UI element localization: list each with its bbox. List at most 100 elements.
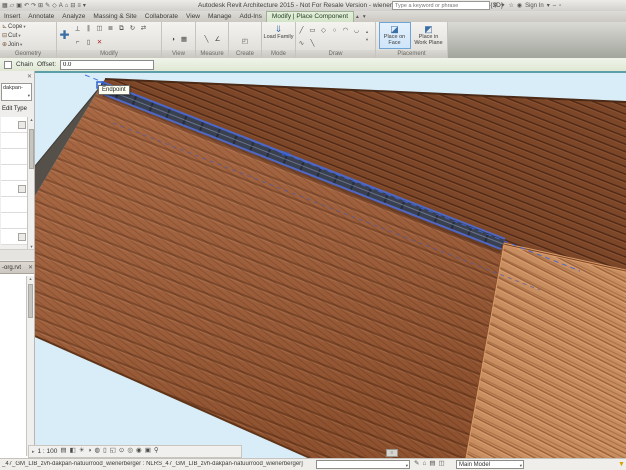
- scroll-up-icon[interactable]: ▴: [27, 276, 34, 281]
- thin-lines-icon[interactable]: ≡: [77, 3, 81, 9]
- hide-elements-icon[interactable]: ▦: [179, 35, 190, 45]
- tab-collaborate[interactable]: Collaborate: [141, 12, 182, 22]
- parameter-field[interactable]: [1, 229, 27, 245]
- type-selector[interactable]: dakpan- ▾: [1, 83, 32, 101]
- close-icon[interactable]: ✕: [28, 262, 33, 274]
- draw-spline-icon[interactable]: ∿: [296, 39, 307, 49]
- sign-in-button[interactable]: Sign In: [525, 3, 544, 9]
- canvas-splitter[interactable]: ≡: [386, 449, 398, 457]
- delete-icon[interactable]: ✕: [94, 38, 105, 48]
- print-icon[interactable]: ⊞: [38, 3, 43, 9]
- draw-polygon-icon[interactable]: ◇: [318, 26, 329, 36]
- create-similar-icon[interactable]: ◰: [240, 37, 251, 47]
- scrollbar-thumb[interactable]: [28, 284, 33, 318]
- copy-icon[interactable]: ⧉: [116, 24, 127, 34]
- draw-rectangle-icon[interactable]: ▭: [307, 26, 318, 36]
- project-browser-tree[interactable]: ▴: [0, 274, 35, 458]
- move-icon[interactable]: ✚: [57, 22, 72, 50]
- communication-center-icon[interactable]: ✦: [500, 3, 505, 9]
- parameter-field[interactable]: [1, 213, 27, 229]
- infocenter-search-input[interactable]: [392, 1, 490, 10]
- rotate-icon[interactable]: ↻: [127, 24, 138, 34]
- flip-icon[interactable]: ⇄: [138, 24, 149, 34]
- edit-type-button[interactable]: Edit Type: [2, 106, 27, 112]
- measure-distance-icon[interactable]: ╲: [201, 35, 212, 45]
- tab-view[interactable]: View: [182, 12, 204, 22]
- app-menu-icon[interactable]: ▦: [2, 3, 8, 9]
- render-icon[interactable]: ◍: [94, 448, 100, 455]
- expand-icon[interactable]: ▸: [32, 449, 35, 455]
- parameter-field[interactable]: [1, 165, 27, 181]
- override-graphics-icon[interactable]: ◑: [168, 35, 179, 45]
- view-properties-icon[interactable]: ▣: [145, 448, 151, 455]
- parameter-field[interactable]: [1, 149, 27, 165]
- tab-manage[interactable]: Manage: [204, 12, 236, 22]
- sun-path-icon[interactable]: ☀: [79, 448, 85, 455]
- reveal-constraints-icon[interactable]: ⚲: [154, 448, 159, 455]
- open-icon[interactable]: ▱: [10, 3, 15, 9]
- close-icon[interactable]: ✕: [27, 73, 32, 80]
- measure-icon[interactable]: ✎: [45, 3, 50, 9]
- search-icon[interactable]: ⚲: [493, 3, 497, 9]
- pick-line-icon[interactable]: ╲: [307, 39, 318, 49]
- tab-massing-site[interactable]: Massing & Site: [89, 12, 140, 22]
- visual-style-icon[interactable]: ◧: [70, 448, 76, 455]
- tab-modify-place-component[interactable]: Modify | Place Component: [266, 11, 354, 22]
- infocenter-menu-icon[interactable]: ▾: [547, 3, 550, 9]
- offset-icon[interactable]: ∥: [83, 24, 94, 34]
- temporary-hide-isolate-icon[interactable]: ◎: [127, 448, 133, 455]
- qat-customize-icon[interactable]: ▾: [83, 3, 86, 9]
- view-scale-button[interactable]: 1 : 100: [38, 448, 58, 455]
- shadows-icon[interactable]: ◑: [88, 448, 92, 455]
- draw-scroll-up-icon[interactable]: ▴: [362, 29, 372, 35]
- parameter-field[interactable]: [1, 117, 27, 133]
- save-icon[interactable]: ▣: [16, 3, 22, 9]
- draw-fillet-arc-icon[interactable]: ◡: [351, 26, 362, 36]
- exclude-options-icon[interactable]: ◫: [439, 461, 445, 468]
- mirror-icon[interactable]: ◫: [94, 24, 105, 34]
- chain-checkbox[interactable]: [4, 61, 12, 69]
- text-icon[interactable]: A: [59, 3, 63, 9]
- cope-button[interactable]: ⊾ Cope ▾: [0, 22, 56, 31]
- draw-circle-icon[interactable]: ○: [329, 26, 340, 36]
- main-model-select[interactable]: Main Model ▾: [456, 460, 524, 469]
- filter-icon[interactable]: ▼: [618, 461, 625, 468]
- drawing-area[interactable]: ⇄ Endpoint ≡: [35, 71, 626, 458]
- design-options-select[interactable]: ▾: [316, 460, 410, 469]
- align-icon[interactable]: ⟂: [72, 24, 83, 34]
- redo-icon[interactable]: ↷: [31, 3, 36, 9]
- properties-scrollbar[interactable]: ▴ ▾: [27, 117, 35, 249]
- minimize-icon[interactable]: –: [553, 3, 556, 9]
- scrollbar-thumb[interactable]: [29, 129, 34, 169]
- undo-icon[interactable]: ↶: [24, 3, 29, 9]
- browser-scrollbar[interactable]: ▴: [26, 276, 34, 456]
- reveal-hidden-icon[interactable]: ◉: [136, 448, 142, 455]
- split-icon[interactable]: ▯: [83, 38, 94, 48]
- tab-annotate[interactable]: Annotate: [24, 12, 58, 22]
- parameter-field[interactable]: [1, 181, 27, 197]
- load-family-button[interactable]: ⇓ Load Family: [263, 22, 295, 49]
- place-on-work-plane-button[interactable]: ◩ Place in Work Plane: [413, 22, 445, 49]
- parameter-field[interactable]: [1, 133, 27, 149]
- crop-view-icon[interactable]: ▯: [103, 448, 107, 455]
- trim-icon[interactable]: ⌐: [72, 38, 83, 48]
- favorites-icon[interactable]: ☆: [508, 3, 513, 9]
- restore-icon[interactable]: ▫: [559, 3, 561, 9]
- default-3d-view-icon[interactable]: ⌂: [65, 3, 69, 9]
- draw-arc-icon[interactable]: ◠: [340, 26, 351, 36]
- scroll-up-icon[interactable]: ▴: [28, 117, 35, 122]
- array-icon[interactable]: ≣: [105, 24, 116, 34]
- show-crop-icon[interactable]: ◱: [110, 448, 116, 455]
- worksets-icon[interactable]: ⌂: [422, 461, 426, 468]
- ribbon-cycle-icon[interactable]: ▴: [354, 14, 361, 22]
- 3d-view[interactable]: ⇄: [35, 71, 626, 458]
- design-options-icon[interactable]: ▤: [429, 461, 435, 468]
- aligned-dimension-icon[interactable]: ◇: [52, 3, 57, 9]
- draw-line-icon[interactable]: ╱: [296, 26, 307, 36]
- measure-angle-icon[interactable]: ∠: [212, 35, 223, 45]
- draw-scroll-down-icon[interactable]: ▾: [362, 37, 372, 43]
- ribbon-options-icon[interactable]: ▾: [361, 14, 368, 22]
- section-icon[interactable]: ⊟: [70, 3, 75, 9]
- parameter-field[interactable]: [1, 197, 27, 213]
- project-browser-header[interactable]: -org.rvt ✕: [0, 261, 35, 274]
